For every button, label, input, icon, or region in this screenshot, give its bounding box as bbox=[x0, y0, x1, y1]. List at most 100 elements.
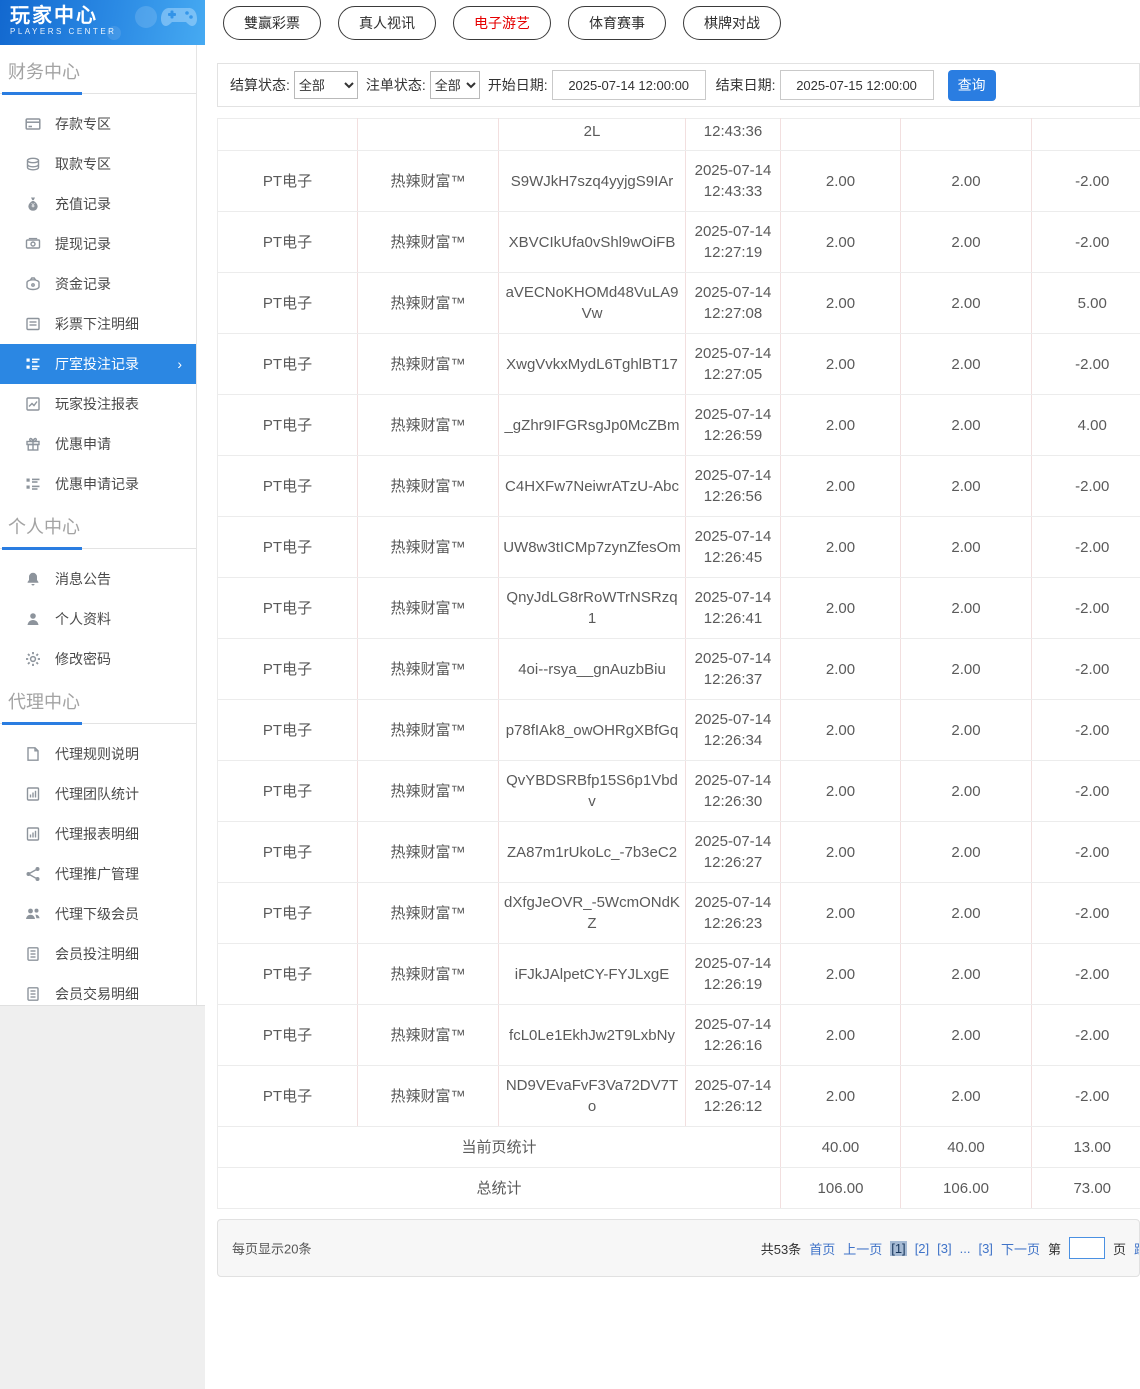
settle-status-label: 结算状态: bbox=[230, 77, 290, 93]
bet-time-cell: 2025-07-14 12:26:34 bbox=[685, 699, 781, 761]
bet-records-table-wrap: 2L 12:43:36 PT电子 热辣财富™ S9WJkH7szq4yyjgS9… bbox=[217, 118, 1140, 1209]
sidebar-item[interactable]: 取款专区 bbox=[0, 144, 196, 184]
prev-page-link[interactable]: 上一页 bbox=[843, 1239, 882, 1258]
table-row-clipped: 2L 12:43:36 bbox=[217, 118, 1140, 151]
page-number-link[interactable]: [3] bbox=[978, 1241, 992, 1256]
start-date-label: 开始日期: bbox=[487, 77, 548, 93]
game-cell: 热辣财富™ bbox=[357, 394, 499, 456]
provider-cell: PT电子 bbox=[217, 577, 358, 639]
bet-id-cell: QvYBDSRBfp15S6p1Vbdv bbox=[498, 760, 686, 822]
provider-cell: PT电子 bbox=[217, 211, 358, 273]
game-tab[interactable]: 体育赛事 bbox=[568, 5, 666, 40]
bet-time-cell: 2025-07-14 12:26:12 bbox=[685, 1065, 781, 1127]
sidebar-item[interactable]: 代理团队统计 bbox=[0, 774, 196, 814]
jump-page-input[interactable] bbox=[1068, 1237, 1105, 1259]
provider-cell: PT电子 bbox=[217, 882, 358, 944]
settle-status-select[interactable]: 全部 bbox=[293, 71, 358, 99]
sidebar-item[interactable]: 会员投注明细 bbox=[0, 934, 196, 974]
provider-cell: PT电子 bbox=[217, 699, 358, 761]
page-size-text: 每页显示20条 bbox=[232, 1241, 312, 1257]
end-date-input[interactable] bbox=[779, 70, 934, 100]
sidebar-item[interactable]: 彩票下注明细 bbox=[0, 304, 196, 344]
bet-time-cell: 2025-07-14 12:26:56 bbox=[685, 455, 781, 517]
agent-promotion-icon bbox=[25, 866, 41, 882]
page-number-link[interactable]: ... bbox=[960, 1241, 971, 1256]
game-cell: 热辣财富™ bbox=[357, 516, 499, 578]
game-cell: 热辣财富™ bbox=[357, 577, 499, 639]
table-row: PT电子 热辣财富™ p78fIAk8_owOHRgXBfGq 2025-07-… bbox=[217, 699, 1140, 761]
sidebar-item[interactable]: 玩家投注报表 bbox=[0, 384, 196, 424]
bet-id-cell: QnyJdLG8rRoWTrNSRzq1 bbox=[498, 577, 686, 639]
table-row: PT电子 热辣财富™ aVECNoKHOMd48VuLA9Vw 2025-07-… bbox=[217, 272, 1140, 334]
sidebar-item[interactable]: 存款专区 bbox=[0, 104, 196, 144]
bet-time-cell: 2025-07-14 12:26:19 bbox=[685, 943, 781, 1005]
page-number-link[interactable]: [3] bbox=[937, 1241, 951, 1256]
next-page-link[interactable]: 下一页 bbox=[1001, 1239, 1040, 1258]
sidebar-item-label: 厅室投注记录 bbox=[55, 356, 139, 372]
profit-cell: -2.00 bbox=[1031, 760, 1140, 822]
end-date-label: 结束日期: bbox=[715, 77, 776, 93]
sidebar-item[interactable]: 代理报表明细 bbox=[0, 814, 196, 854]
profit-cell: 4.00 bbox=[1031, 394, 1140, 456]
table-row: PT电子 热辣财富™ _gZhr9IFGRsgJp0McZBm 2025-07-… bbox=[217, 394, 1140, 456]
jump-go-link[interactable]: 跳 bbox=[1134, 1239, 1139, 1258]
game-cell: 热辣财富™ bbox=[357, 455, 499, 517]
provider-cell: PT电子 bbox=[217, 516, 358, 578]
profit-cell: -2.00 bbox=[1031, 699, 1140, 761]
sidebar-item[interactable]: 个人资料 bbox=[0, 599, 196, 639]
sidebar-item[interactable]: 优惠申请记录 bbox=[0, 464, 196, 504]
table-row: PT电子 热辣财富™ S9WJkH7szq4yyjgS9IAr 2025-07-… bbox=[217, 150, 1140, 212]
sidebar-item[interactable]: 代理规则说明 bbox=[0, 734, 196, 774]
sidebar-item[interactable]: 优惠申请 bbox=[0, 424, 196, 464]
sidebar-item[interactable]: 提现记录 bbox=[0, 224, 196, 264]
bet-time-cell: 2025-07-14 12:26:16 bbox=[685, 1004, 781, 1066]
bet-id-cell: UW8w3tICMp7zynZfesOm bbox=[498, 516, 686, 578]
query-button[interactable]: 查询 bbox=[947, 69, 996, 101]
sidebar-item-label: 修改密码 bbox=[55, 651, 111, 667]
bet-amount-cell: 2.00 bbox=[780, 699, 901, 761]
table-row: PT电子 热辣财富™ C4HXFw7NeiwrATzU-Abc 2025-07-… bbox=[217, 455, 1140, 517]
bet-time-cell: 2025-07-14 12:27:19 bbox=[685, 211, 781, 273]
sidebar-item-label: 玩家投注报表 bbox=[55, 396, 139, 412]
sidebar-item[interactable]: 消息公告 bbox=[0, 559, 196, 599]
page-number-link[interactable]: [2] bbox=[915, 1241, 929, 1256]
withdrawal-record-icon bbox=[25, 236, 41, 252]
provider-cell: PT电子 bbox=[217, 1004, 358, 1066]
sidebar-item[interactable]: 代理推广管理 bbox=[0, 854, 196, 894]
sidebar-item[interactable]: 修改密码 bbox=[0, 639, 196, 679]
page-number-link[interactable]: [1] bbox=[890, 1240, 907, 1256]
game-cell: 热辣财富™ bbox=[357, 760, 499, 822]
sidebar-item[interactable]: 厅室投注记录 › bbox=[0, 344, 196, 384]
logo-header: 玩家中心 PLAYERS CENTER bbox=[0, 0, 205, 45]
sidebar-footer-area bbox=[0, 1005, 205, 1389]
bet-id-cell: iFJkJAlpetCY-FYJLxgE bbox=[498, 943, 686, 1005]
pagination-bar: 每页显示20条 共53条 首页 上一页 [1] [2] [3] ... [3] … bbox=[217, 1219, 1140, 1277]
order-status-select[interactable]: 全部 bbox=[429, 71, 480, 99]
member-transaction-detail-icon bbox=[25, 986, 41, 1002]
valid-amount-cell: 2.00 bbox=[900, 699, 1032, 761]
start-date-input[interactable] bbox=[551, 70, 706, 100]
game-tab[interactable]: 真人视讯 bbox=[338, 5, 436, 40]
sidebar-item[interactable]: 代理下级会员 bbox=[0, 894, 196, 934]
sidebar-item-label: 优惠申请 bbox=[55, 436, 111, 452]
game-tab[interactable]: 雙赢彩票 bbox=[223, 5, 321, 40]
first-page-link[interactable]: 首页 bbox=[809, 1239, 835, 1258]
bet-amount-cell: 2.00 bbox=[780, 1065, 901, 1127]
bet-id-cell: 4oi--rsya__gnAuzbBiu bbox=[498, 638, 686, 700]
provider-cell: PT电子 bbox=[217, 1065, 358, 1127]
profit-cell: -2.00 bbox=[1031, 333, 1140, 395]
promo-apply-icon bbox=[25, 436, 41, 452]
provider-cell: PT电子 bbox=[217, 272, 358, 334]
sidebar-item[interactable]: 资金记录 bbox=[0, 264, 196, 304]
bet-amount-cell: 2.00 bbox=[780, 394, 901, 456]
game-tab[interactable]: 电子游艺 bbox=[453, 5, 551, 40]
bet-time-cell: 2025-07-14 12:27:08 bbox=[685, 272, 781, 334]
game-tab[interactable]: 棋牌对战 bbox=[683, 5, 781, 40]
bet-id-cell: XBVCIkUfa0vShl9wOiFB bbox=[498, 211, 686, 273]
agent-report-detail-icon bbox=[25, 826, 41, 842]
sidebar-item[interactable]: ¥ 充值记录 bbox=[0, 184, 196, 224]
profit-cell: -2.00 bbox=[1031, 150, 1140, 212]
jump-suffix-text: 页 bbox=[1112, 1241, 1126, 1257]
logo-bubble-decoration bbox=[135, 6, 157, 28]
sidebar-item[interactable]: 会员交易明细 bbox=[0, 974, 196, 1005]
